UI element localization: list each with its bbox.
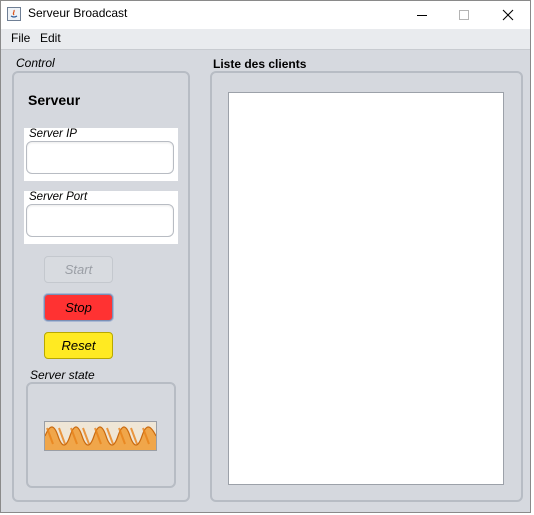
server-ip-label: Server IP bbox=[29, 128, 77, 140]
menu-bar: File Edit bbox=[1, 29, 530, 50]
server-ip-group: Server IP bbox=[24, 128, 178, 181]
start-button[interactable]: Start bbox=[44, 256, 113, 283]
client-list[interactable] bbox=[228, 92, 504, 485]
server-state-label: Server state bbox=[30, 368, 95, 382]
clients-group-label: Liste des clients bbox=[213, 57, 307, 71]
menu-file[interactable]: File bbox=[11, 31, 30, 45]
close-icon bbox=[502, 9, 514, 21]
server-heading: Serveur bbox=[28, 92, 81, 108]
close-button[interactable] bbox=[488, 1, 528, 29]
server-state-indicator bbox=[44, 421, 157, 451]
reset-button[interactable]: Reset bbox=[44, 332, 113, 359]
stop-button[interactable]: Stop bbox=[44, 294, 113, 321]
maximize-button[interactable] bbox=[444, 1, 484, 29]
window-title: Serveur Broadcast bbox=[28, 6, 128, 20]
minimize-icon bbox=[417, 15, 427, 16]
java-app-icon bbox=[7, 7, 21, 21]
app-window: Serveur Broadcast File Edit Control Serv… bbox=[0, 0, 531, 513]
server-port-input[interactable] bbox=[26, 204, 174, 237]
title-bar[interactable]: Serveur Broadcast bbox=[1, 1, 530, 29]
server-port-label: Server Port bbox=[29, 191, 88, 203]
server-ip-input[interactable] bbox=[26, 141, 174, 174]
maximize-icon bbox=[459, 10, 469, 20]
orange-wave-icon bbox=[45, 422, 156, 450]
server-port-group: Server Port bbox=[24, 191, 178, 244]
minimize-button[interactable] bbox=[402, 1, 442, 29]
menu-edit[interactable]: Edit bbox=[40, 31, 61, 45]
control-group-label: Control bbox=[16, 56, 55, 70]
